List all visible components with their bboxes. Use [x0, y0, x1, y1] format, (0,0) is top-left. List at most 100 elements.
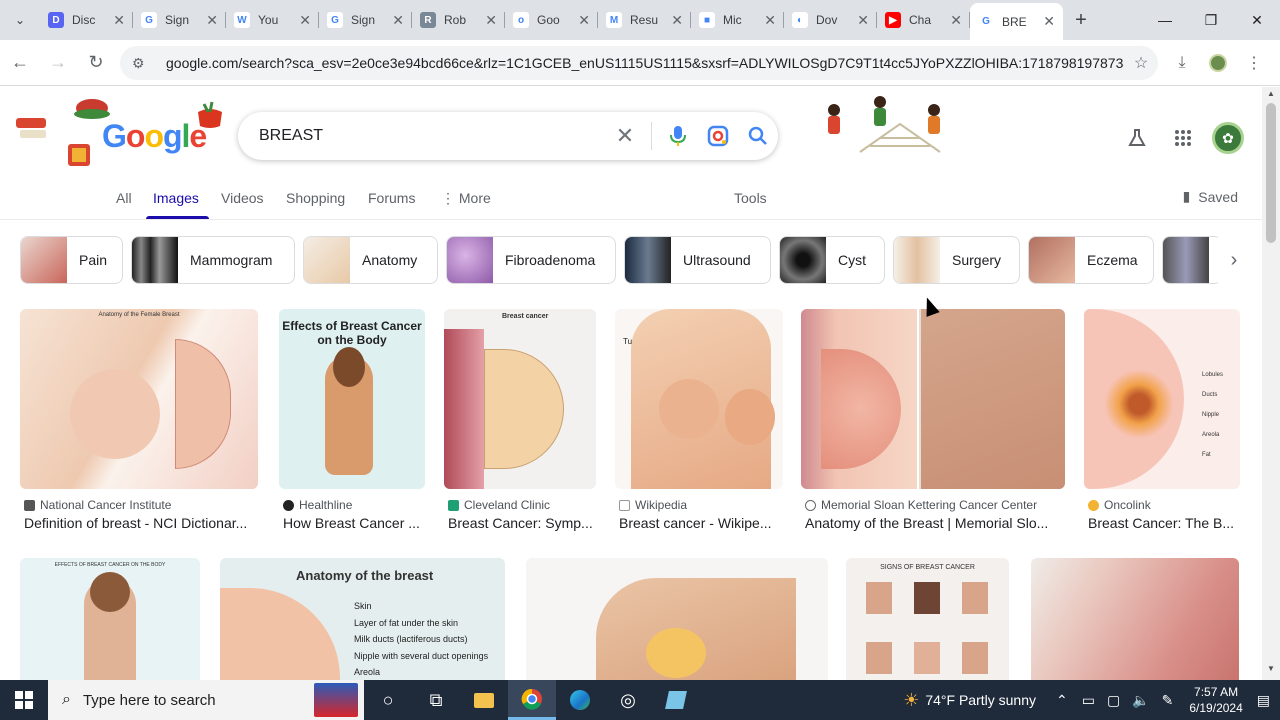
- back-button[interactable]: ←: [2, 45, 38, 81]
- edge-icon[interactable]: [556, 680, 604, 720]
- notification-icon[interactable]: ▤: [1257, 692, 1270, 709]
- weather-widget[interactable]: ☀ 74°F Partly sunny: [903, 690, 1036, 711]
- browser-tab[interactable]: ◐ Dov ✕: [784, 3, 877, 37]
- chip-anatomy[interactable]: Anatomy: [303, 236, 438, 284]
- browser-tab[interactable]: ■ Mic ✕: [691, 3, 784, 37]
- image-result[interactable]: Memorial Sloan Kettering Cancer Center A…: [801, 309, 1065, 539]
- url-text[interactable]: google.com/search?sca_esv=2e0ce3e94bcd66…: [166, 55, 1124, 71]
- app-circle-icon[interactable]: ◎: [604, 680, 652, 720]
- browser-tab[interactable]: ▶ Cha ✕: [877, 3, 970, 37]
- tab-search-button[interactable]: ⌄: [0, 0, 40, 40]
- chip-cyst[interactable]: Cyst: [779, 236, 885, 284]
- result-title[interactable]: Breast Cancer: Symp...: [448, 515, 598, 531]
- bookmark-star-icon[interactable]: ☆: [1124, 53, 1158, 73]
- browser-tab[interactable]: G Sign ✕: [133, 3, 226, 37]
- chip-pain[interactable]: Pain: [20, 236, 123, 284]
- tray-chevron-icon[interactable]: ⌃: [1056, 692, 1068, 709]
- restore-icon[interactable]: ❐: [1188, 0, 1234, 40]
- page-scrollbar[interactable]: ▲ ▼: [1262, 87, 1280, 680]
- result-image[interactable]: Tumor: [615, 309, 783, 489]
- image-result[interactable]: EFFECTS OF BREAST CANCER ON THE BODY: [20, 558, 200, 680]
- tab-close-icon[interactable]: ✕: [578, 12, 590, 29]
- browser-tab[interactable]: o Goo ✕: [505, 3, 598, 37]
- network-icon[interactable]: ▭: [1082, 692, 1095, 709]
- result-image[interactable]: Effects of Breast Cancer on the Body: [279, 309, 425, 489]
- result-image[interactable]: Anatomy of the breast Skin Layer of fat …: [220, 558, 505, 680]
- lens-search-icon[interactable]: [698, 116, 738, 156]
- reload-button[interactable]: ↻: [78, 45, 114, 81]
- tab-close-icon[interactable]: ✕: [485, 12, 497, 29]
- tab-videos[interactable]: Videos: [221, 190, 264, 206]
- app-book-icon[interactable]: [652, 680, 700, 720]
- result-title[interactable]: Definition of breast - NCI Dictionar...: [24, 515, 260, 531]
- image-result[interactable]: Breast cancer Cleveland Clinic Breast Ca…: [444, 309, 596, 539]
- chip-partial[interactable]: [1162, 236, 1222, 284]
- image-result[interactable]: [1031, 558, 1239, 680]
- tab-close-icon[interactable]: ✕: [671, 12, 683, 29]
- result-title[interactable]: Breast Cancer: The B...: [1088, 515, 1244, 531]
- voice-search-icon[interactable]: [658, 116, 698, 156]
- account-avatar[interactable]: ✿: [1212, 122, 1244, 154]
- search-box[interactable]: BREAST ✕: [238, 112, 778, 160]
- pen-icon[interactable]: ✎: [1162, 692, 1174, 709]
- address-bar[interactable]: ⚙ google.com/search?sca_esv=2e0ce3e94bcd…: [120, 46, 1158, 80]
- image-result[interactable]: Tumor Wikipedia Breast cancer - Wikipe..…: [615, 309, 783, 539]
- result-image[interactable]: [1031, 558, 1239, 680]
- tab-close-icon[interactable]: ✕: [764, 12, 776, 29]
- scroll-down-icon[interactable]: ▼: [1262, 664, 1280, 678]
- result-image[interactable]: Breast cancer: [444, 309, 596, 489]
- tab-forums[interactable]: Forums: [368, 190, 415, 206]
- tab-images[interactable]: Images: [153, 190, 199, 206]
- doodle-illustration[interactable]: [800, 94, 970, 160]
- chip-eczema[interactable]: Eczema: [1028, 236, 1154, 284]
- file-explorer-icon[interactable]: [460, 680, 508, 720]
- tab-shopping[interactable]: Shopping: [286, 190, 345, 206]
- result-source[interactable]: Wikipedia: [619, 498, 687, 512]
- tab-close-icon[interactable]: ✕: [392, 12, 404, 29]
- result-image[interactable]: SIGNS OF BREAST CANCER: [846, 558, 1009, 680]
- chrome-taskbar-icon[interactable]: [508, 680, 556, 720]
- result-title[interactable]: Breast cancer - Wikipe...: [619, 515, 785, 531]
- image-result[interactable]: Anatomy of the breast Skin Layer of fat …: [220, 558, 505, 680]
- apps-grid-icon[interactable]: [1160, 118, 1206, 158]
- minimize-icon[interactable]: —: [1142, 0, 1188, 40]
- result-source[interactable]: Cleveland Clinic: [448, 498, 550, 512]
- close-window-icon[interactable]: ✕: [1234, 0, 1280, 40]
- cortana-icon[interactable]: ○: [364, 680, 412, 720]
- image-result[interactable]: Lobules Ducts Nipple Areola Fat Oncolink…: [1084, 309, 1242, 539]
- chip-ultrasound[interactable]: Ultrasound: [624, 236, 771, 284]
- browser-tab[interactable]: W You ✕: [226, 3, 319, 37]
- tab-close-icon[interactable]: ✕: [950, 12, 962, 29]
- download-icon[interactable]: ⤓: [1164, 46, 1200, 80]
- scroll-up-icon[interactable]: ▲: [1262, 89, 1280, 103]
- windows-start-icon[interactable]: [0, 680, 48, 720]
- result-image[interactable]: Lobules Ducts Nipple Areola Fat: [1084, 309, 1240, 489]
- browser-tab[interactable]: R Rob ✕: [412, 3, 505, 37]
- profile-icon[interactable]: [1200, 46, 1236, 80]
- task-view-icon[interactable]: ⧉: [412, 680, 460, 720]
- browser-tab[interactable]: M Resu ✕: [598, 3, 691, 37]
- volume-muted-icon[interactable]: 🔈: [1132, 692, 1149, 709]
- labs-flask-icon[interactable]: [1114, 118, 1160, 158]
- tab-close-icon[interactable]: ✕: [857, 12, 869, 29]
- result-image[interactable]: EFFECTS OF BREAST CANCER ON THE BODY: [20, 558, 200, 680]
- forward-button[interactable]: →: [40, 45, 76, 81]
- result-image[interactable]: Anatomy of the Female Breast: [20, 309, 258, 489]
- new-tab-button[interactable]: +: [1063, 3, 1099, 37]
- browser-tab[interactable]: G Sign ✕: [319, 3, 412, 37]
- chip-fibroadenoma[interactable]: Fibroadenoma: [446, 236, 616, 284]
- tab-more[interactable]: ⋮ More: [441, 190, 491, 207]
- saved-button[interactable]: ▮ Saved: [1183, 188, 1238, 205]
- menu-kebab-icon[interactable]: ⋮: [1236, 46, 1272, 80]
- clear-search-icon[interactable]: ✕: [605, 116, 645, 156]
- search-submit-icon[interactable]: [738, 116, 778, 156]
- result-source[interactable]: National Cancer Institute: [24, 498, 171, 512]
- result-image[interactable]: [526, 558, 828, 680]
- image-result[interactable]: SIGNS OF BREAST CANCER: [846, 558, 1009, 680]
- scrollbar-thumb[interactable]: [1266, 103, 1276, 243]
- result-source[interactable]: Memorial Sloan Kettering Cancer Center: [805, 498, 1037, 512]
- tab-all[interactable]: All: [116, 190, 132, 206]
- image-result[interactable]: [526, 558, 828, 680]
- display-icon[interactable]: ▢: [1107, 692, 1120, 709]
- image-result[interactable]: Effects of Breast Cancer on the Body Hea…: [279, 309, 425, 539]
